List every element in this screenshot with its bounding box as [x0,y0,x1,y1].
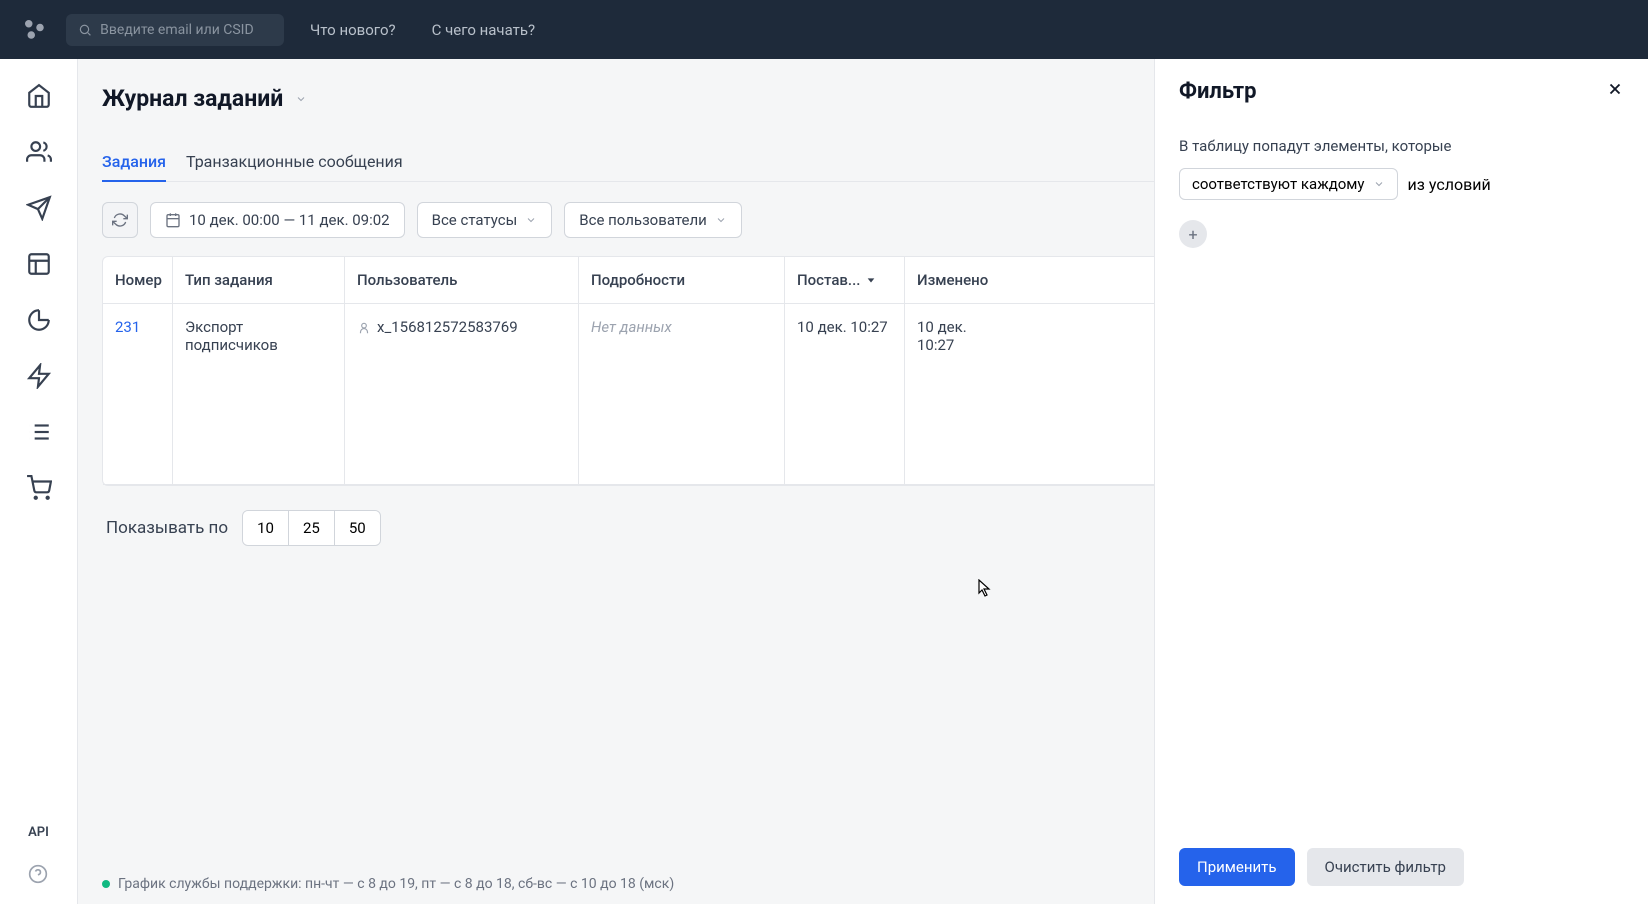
page-title-text: Журнал заданий [102,85,283,112]
filter-panel: Фильтр В таблицу попадут элементы, котор… [1154,59,1648,904]
search-input[interactable] [100,22,272,38]
task-user-cell: x_156812572583769 [377,318,518,336]
sidebar: API [0,59,78,904]
nav-whats-new[interactable]: Что нового? [300,13,406,47]
status-filter-label: Все статусы [432,211,518,229]
user-filter-button[interactable]: Все пользователи [564,202,742,238]
task-posted-cell: 10 дек. 10:27 [785,304,905,484]
pag-opt-50[interactable]: 50 [335,511,380,545]
th-user[interactable]: Пользователь [345,257,579,303]
help-icon[interactable] [28,864,48,884]
calendar-icon [165,212,181,228]
bolt-icon[interactable] [26,363,52,389]
status-dot-icon [102,880,110,888]
support-text: График службы поддержки: пн-чт — с 8 до … [118,876,674,892]
th-changed[interactable]: Изменено [905,257,1011,303]
pagination-label: Показывать по [106,518,228,538]
filter-title: Фильтр [1179,79,1256,104]
th-posted[interactable]: Постав... [785,257,905,303]
th-details[interactable]: Подробности [579,257,785,303]
cart-icon[interactable] [26,475,52,501]
match-mode-label: соответствуют каждому [1192,175,1365,193]
tab-transactional[interactable]: Транзакционные сообщения [186,142,403,181]
list-icon[interactable] [26,419,52,445]
user-icon [357,321,371,335]
task-details-cell: Нет данных [591,318,672,336]
status-filter-button[interactable]: Все статусы [417,202,553,238]
user-filter-label: Все пользователи [579,211,707,229]
cursor-icon [978,579,992,597]
home-icon[interactable] [26,83,52,109]
chevron-down-icon [715,214,727,226]
task-number-link[interactable]: 231 [115,318,140,336]
filter-suffix: из условий [1408,175,1491,194]
support-footer: График службы поддержки: пн-чт — с 8 до … [102,876,674,892]
chevron-down-icon [1373,178,1385,190]
filter-description: В таблицу попадут элементы, которые [1179,134,1624,158]
th-posted-label: Постав... [797,271,860,289]
api-link[interactable]: API [28,825,49,840]
close-button[interactable] [1606,79,1624,104]
chevron-down-icon [525,214,537,226]
task-type-cell: Экспорт подписчиков [173,304,345,484]
pag-opt-25[interactable]: 25 [289,511,335,545]
search-icon [78,22,92,38]
chart-icon[interactable] [26,307,52,333]
date-range-label: 10 дек. 00:00 — 11 дек. 09:02 [189,211,390,229]
tab-tasks[interactable]: Задания [102,142,166,181]
chevron-down-icon[interactable] [295,93,307,105]
topbar: Что нового? С чего начать? [0,0,1648,59]
match-mode-select[interactable]: соответствуют каждому [1179,168,1398,200]
layout-icon[interactable] [26,251,52,277]
sort-desc-icon [866,275,876,285]
send-icon[interactable] [26,195,52,221]
task-changed-cell: 10 дек. 10:27 [905,304,1011,484]
pag-opt-10[interactable]: 10 [243,511,289,545]
plus-icon: + [1188,225,1197,244]
refresh-icon [112,212,128,228]
th-type[interactable]: Тип задания [173,257,345,303]
clear-filter-button[interactable]: Очистить фильтр [1307,848,1464,886]
users-icon[interactable] [26,139,52,165]
nav-get-started[interactable]: С чего начать? [422,13,545,47]
search-box[interactable] [66,14,284,46]
logo-icon [20,15,50,45]
th-number[interactable]: Номер [103,257,173,303]
close-icon [1606,80,1624,98]
add-condition-button[interactable]: + [1179,220,1207,248]
date-range-button[interactable]: 10 дек. 00:00 — 11 дек. 09:02 [150,202,405,238]
apply-button[interactable]: Применить [1179,848,1295,886]
refresh-button[interactable] [102,202,138,238]
